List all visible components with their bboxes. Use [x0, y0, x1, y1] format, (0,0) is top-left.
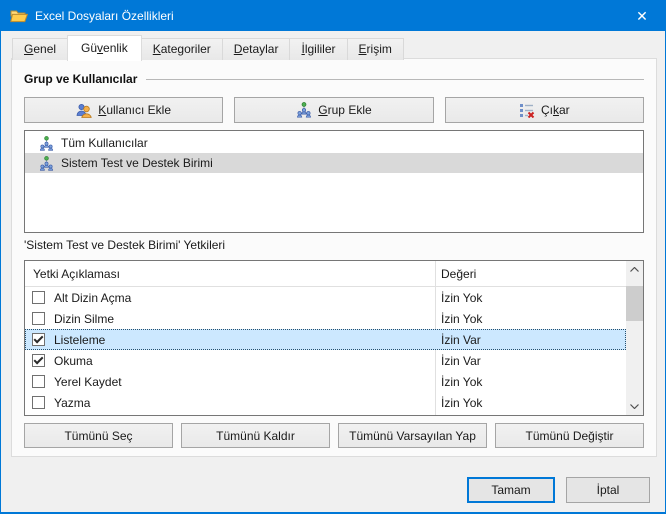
checkbox[interactable]: [32, 375, 45, 388]
open-folder-icon: [10, 9, 28, 23]
member-label: Sistem Test ve Destek Birimi: [61, 156, 213, 170]
permission-value: İzin Var: [441, 333, 481, 347]
permission-name: Dizin Silme: [54, 312, 114, 326]
tab-erisim[interactable]: Erişim: [347, 38, 404, 60]
add-group-icon: [296, 102, 312, 118]
table-row[interactable]: Listeleme İzin Var: [25, 329, 626, 350]
permission-name: Yazma: [54, 396, 90, 410]
scroll-down-button[interactable]: [626, 398, 643, 415]
remove-label: Çıkar: [541, 103, 570, 117]
table-row[interactable]: Alt Dizin Açma İzin Yok: [25, 287, 626, 308]
scroll-up-button[interactable]: [626, 261, 643, 278]
column-header-name: Yetki Açıklaması: [33, 267, 120, 281]
permission-value: İzin Yok: [441, 312, 482, 326]
bulk-actions: Tümünü Seç Tümünü Kaldır Tümünü Varsayıl…: [24, 423, 644, 448]
remove-button[interactable]: Çıkar: [445, 97, 644, 123]
add-user-button[interactable]: Kullanıcı Ekle: [24, 97, 223, 123]
member-toolbar: Kullanıcı Ekle Grup E: [24, 97, 644, 123]
scrollbar-thumb[interactable]: [626, 286, 643, 321]
checkbox[interactable]: [32, 396, 45, 409]
add-group-label: Grup Ekle: [318, 103, 371, 117]
checkbox[interactable]: [32, 312, 45, 325]
ok-button[interactable]: Tamam: [467, 477, 555, 503]
permission-value: İzin Yok: [441, 291, 482, 305]
tab-detaylar[interactable]: Detaylar: [222, 38, 291, 60]
group-icon: [39, 156, 54, 171]
remove-from-list-icon: [519, 103, 535, 118]
permission-value: İzin Yok: [441, 396, 482, 410]
permission-value: İzin Yok: [441, 375, 482, 389]
checkbox[interactable]: [32, 291, 45, 304]
permission-name: Alt Dizin Açma: [54, 291, 131, 305]
table-header: Yetki Açıklaması Değeri: [25, 261, 626, 287]
group-box-rule: [146, 79, 644, 80]
tab-guvenlik[interactable]: Güvenlik: [67, 35, 142, 61]
window-title: Excel Dosyaları Özellikleri: [35, 9, 619, 23]
default-all-button[interactable]: Tümünü Varsayılan Yap: [338, 423, 487, 448]
close-button[interactable]: ✕: [619, 1, 665, 31]
checkbox[interactable]: [32, 354, 45, 367]
permission-name: Yerel Kaydet: [54, 375, 122, 389]
member-label: Tüm Kullanıcılar: [61, 136, 148, 150]
security-tab-page: Grup ve Kullanıcılar Kullanıcı Ekle: [11, 58, 657, 457]
select-all-button[interactable]: Tümünü Seç: [24, 423, 173, 448]
group-box-title: Grup ve Kullanıcılar: [24, 72, 137, 86]
permission-name: Okuma: [54, 354, 93, 368]
cancel-button[interactable]: İptal: [566, 477, 650, 503]
titlebar[interactable]: Excel Dosyaları Özellikleri ✕: [1, 1, 665, 31]
list-item-sistem-test[interactable]: Sistem Test ve Destek Birimi: [25, 153, 643, 173]
add-user-label: Kullanıcı Ekle: [98, 103, 171, 117]
permissions-table[interactable]: Yetki Açıklaması Değeri Alt Dizin Açma İ…: [24, 260, 644, 416]
table-row[interactable]: Yazma İzin Yok: [25, 392, 626, 413]
list-item-all-users[interactable]: Tüm Kullanıcılar: [25, 133, 643, 153]
tab-strip: Genel Güvenlik Kategoriler Detaylar İlgi…: [12, 34, 404, 60]
tab-kategoriler[interactable]: Kategoriler: [141, 38, 223, 60]
checkbox[interactable]: [32, 333, 45, 346]
tab-ilgililer[interactable]: İlgililer: [289, 38, 347, 60]
permission-value: İzin Var: [441, 354, 481, 368]
table-rows: Alt Dizin Açma İzin Yok Dizin Silme İzin…: [25, 287, 643, 413]
add-user-icon: [76, 103, 92, 118]
table-row[interactable]: Dizin Silme İzin Yok: [25, 308, 626, 329]
vertical-scrollbar[interactable]: [626, 261, 643, 415]
permission-name: Listeleme: [54, 333, 105, 347]
group-box-header: Grup ve Kullanıcılar: [24, 72, 644, 86]
members-listbox[interactable]: Tüm Kullanıcılar Sist: [24, 130, 644, 233]
chevron-up-icon: [630, 267, 639, 272]
toggle-all-button[interactable]: Tümünü Değiştir: [495, 423, 644, 448]
close-icon: ✕: [636, 8, 648, 25]
table-row[interactable]: Yerel Kaydet İzin Yok: [25, 371, 626, 392]
table-row[interactable]: Okuma İzin Var: [25, 350, 626, 371]
add-group-button[interactable]: Grup Ekle: [234, 97, 433, 123]
column-header-value: Değeri: [441, 267, 476, 281]
permissions-label: 'Sistem Test ve Destek Birimi' Yetkileri: [24, 238, 225, 252]
clear-all-button[interactable]: Tümünü Kaldır: [181, 423, 330, 448]
properties-dialog: Excel Dosyaları Özellikleri ✕ Genel Güve…: [0, 0, 666, 514]
tab-genel[interactable]: Genel: [12, 38, 68, 60]
group-icon: [39, 136, 54, 151]
chevron-down-icon: [630, 404, 639, 409]
